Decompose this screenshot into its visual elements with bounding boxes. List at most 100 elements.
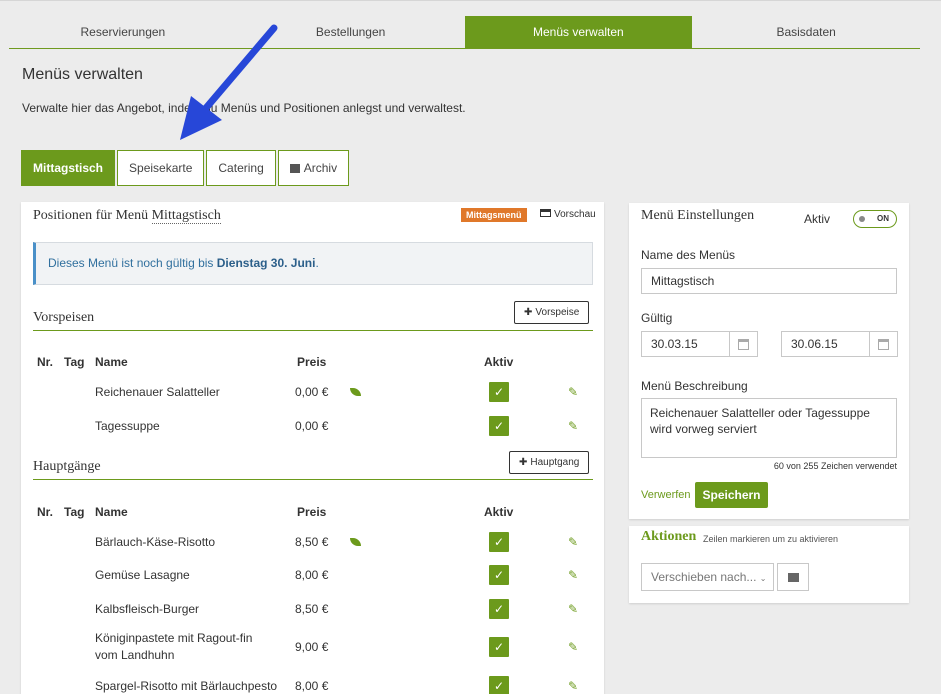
row-price: 8,00 € bbox=[295, 679, 329, 693]
header-preis: Preis bbox=[297, 505, 327, 519]
add-vorspeise-button[interactable]: ✚ Vorspeise bbox=[514, 301, 590, 324]
active-checkbox[interactable]: ✓ bbox=[489, 637, 509, 657]
positions-heading: Positionen für Menü Mittagstisch bbox=[33, 208, 221, 224]
add-hauptgang-button[interactable]: ✚ Hauptgang bbox=[509, 451, 590, 474]
validity-info-date: Dienstag 30. Juni bbox=[216, 256, 316, 270]
preview-icon bbox=[540, 209, 551, 217]
preview-link[interactable]: Vorschau bbox=[540, 209, 596, 220]
active-toggle[interactable]: ON bbox=[853, 210, 897, 228]
active-checkbox[interactable]: ✓ bbox=[489, 532, 509, 552]
save-button[interactable]: Speichern bbox=[695, 482, 768, 508]
valid-label: Gültig bbox=[641, 311, 673, 325]
pencil-icon[interactable]: ✎ bbox=[568, 385, 582, 399]
pencil-icon[interactable]: ✎ bbox=[568, 602, 582, 616]
validity-info: Dieses Menü ist noch gültig bis Dienstag… bbox=[33, 242, 593, 285]
actions-panel: Aktionen Zeilen markieren um zu aktivier… bbox=[629, 526, 909, 603]
archive-icon bbox=[788, 573, 799, 582]
main-nav: Reservierungen Bestellungen Menüs verwal… bbox=[9, 16, 920, 49]
active-checkbox[interactable]: ✓ bbox=[489, 565, 509, 585]
row-name: Kalbsfleisch-Burger bbox=[95, 602, 200, 616]
settings-title: Menü Einstellungen bbox=[641, 208, 755, 223]
header-name: Name bbox=[95, 355, 128, 369]
menu-settings-panel: Menü Einstellungen Aktiv ON Name des Men… bbox=[629, 203, 909, 519]
pencil-icon[interactable]: ✎ bbox=[568, 568, 582, 582]
header-nr: Nr. bbox=[37, 505, 54, 519]
actions-title: Aktionen bbox=[641, 529, 697, 544]
leaf-icon bbox=[350, 388, 361, 396]
row-name: Reichenauer Salatteller bbox=[95, 385, 220, 399]
row-name: Bärlauch-Käse-Risotto bbox=[95, 535, 216, 549]
header-name: Name bbox=[95, 505, 128, 519]
leaf-icon bbox=[350, 538, 361, 546]
chevron-down-icon: ⌄ bbox=[759, 574, 767, 583]
move-to-label: Verschieben nach... bbox=[651, 570, 757, 584]
plus-icon: ✚ bbox=[524, 307, 533, 318]
positions-heading-prefix: Positionen für Menü bbox=[33, 208, 149, 223]
active-label: Aktiv bbox=[804, 212, 831, 226]
subtab-catering[interactable]: Catering bbox=[206, 150, 276, 186]
row-name: Tagessuppe bbox=[95, 419, 160, 433]
row-price: 8,50 € bbox=[295, 535, 329, 549]
archive-button[interactable] bbox=[777, 563, 809, 591]
valid-to-calendar-button[interactable] bbox=[870, 331, 898, 357]
char-counter: 60 von 255 Zeichen verwendet bbox=[773, 461, 897, 471]
active-checkbox[interactable]: ✓ bbox=[489, 382, 509, 402]
archive-icon bbox=[289, 164, 300, 173]
page-description: Verwalte hier das Angebot, indem du Menü… bbox=[22, 101, 466, 115]
validity-info-suffix: . bbox=[315, 256, 319, 270]
row-name: Königinpastete mit Ragout-fin bbox=[95, 631, 253, 645]
row-price: 9,00 € bbox=[295, 640, 329, 654]
tab-menues-verwalten[interactable]: Menüs verwalten bbox=[464, 16, 693, 48]
preview-label: Vorschau bbox=[554, 209, 596, 220]
toggle-knob bbox=[859, 216, 865, 222]
section-title-vorspeisen: Vorspeisen bbox=[33, 310, 593, 331]
top-divider bbox=[0, 0, 941, 1]
add-hauptgang-label: Hauptgang bbox=[530, 457, 580, 468]
header-aktiv: Aktiv bbox=[484, 505, 514, 519]
header-tag: Tag bbox=[64, 355, 85, 369]
tab-basisdaten[interactable]: Basisdaten bbox=[692, 16, 920, 48]
pencil-icon[interactable]: ✎ bbox=[568, 679, 582, 693]
active-checkbox[interactable]: ✓ bbox=[489, 599, 509, 619]
positions-menu-name: Mittagstisch bbox=[151, 208, 221, 224]
menu-name-field[interactable]: Mittagstisch bbox=[641, 268, 897, 294]
description-label: Menü Beschreibung bbox=[641, 379, 748, 393]
name-label: Name des Menüs bbox=[641, 248, 736, 262]
actions-hint: Zeilen markieren um zu aktivieren bbox=[703, 534, 839, 544]
tab-reservierungen[interactable]: Reservierungen bbox=[9, 16, 237, 48]
move-to-select[interactable]: Verschieben nach... ⌄ bbox=[641, 563, 774, 591]
page-title: Menüs verwalten bbox=[22, 66, 143, 83]
pencil-icon[interactable]: ✎ bbox=[568, 640, 582, 654]
active-checkbox[interactable]: ✓ bbox=[489, 676, 509, 694]
header-aktiv: Aktiv bbox=[484, 355, 514, 369]
toggle-label: ON bbox=[877, 214, 889, 223]
row-price: 0,00 € bbox=[295, 419, 329, 433]
positions-panel: Positionen für Menü Mittagstisch Mittags… bbox=[21, 202, 604, 694]
row-price: 8,50 € bbox=[295, 602, 329, 616]
add-vorspeise-label: Vorspeise bbox=[535, 307, 580, 318]
menu-tabs: Mittagstisch Speisekarte Catering Archiv bbox=[21, 150, 350, 186]
validity-info-prefix: Dieses Menü ist noch gültig bis bbox=[48, 256, 214, 270]
row-price: 0,00 € bbox=[295, 385, 329, 399]
plus-icon: ✚ bbox=[519, 457, 528, 468]
header-preis: Preis bbox=[297, 355, 327, 369]
pencil-icon[interactable]: ✎ bbox=[568, 419, 582, 433]
subtab-speisekarte[interactable]: Speisekarte bbox=[117, 150, 205, 186]
header-nr: Nr. bbox=[37, 355, 54, 369]
pencil-icon[interactable]: ✎ bbox=[568, 535, 582, 549]
valid-from-field[interactable]: 30.03.15 bbox=[641, 331, 730, 357]
row-name: Gemüse Lasagne bbox=[95, 568, 190, 582]
row-name-line2: vom Landhuhn bbox=[95, 648, 175, 662]
active-checkbox[interactable]: ✓ bbox=[489, 416, 509, 436]
description-field[interactable]: Reichenauer Salatteller oder Tagessuppe … bbox=[641, 398, 897, 458]
menu-type-badge: Mittagsmenü bbox=[461, 208, 527, 222]
valid-to-field[interactable]: 30.06.15 bbox=[781, 331, 870, 357]
calendar-icon bbox=[878, 339, 889, 350]
subtab-mittagstisch[interactable]: Mittagstisch bbox=[21, 150, 116, 186]
tab-bestellungen[interactable]: Bestellungen bbox=[237, 16, 465, 48]
discard-link[interactable]: Verwerfen bbox=[641, 489, 691, 501]
header-tag: Tag bbox=[64, 505, 85, 519]
valid-from-calendar-button[interactable] bbox=[730, 331, 758, 357]
calendar-icon bbox=[738, 339, 749, 350]
subtab-archiv[interactable]: Archiv bbox=[277, 150, 350, 186]
